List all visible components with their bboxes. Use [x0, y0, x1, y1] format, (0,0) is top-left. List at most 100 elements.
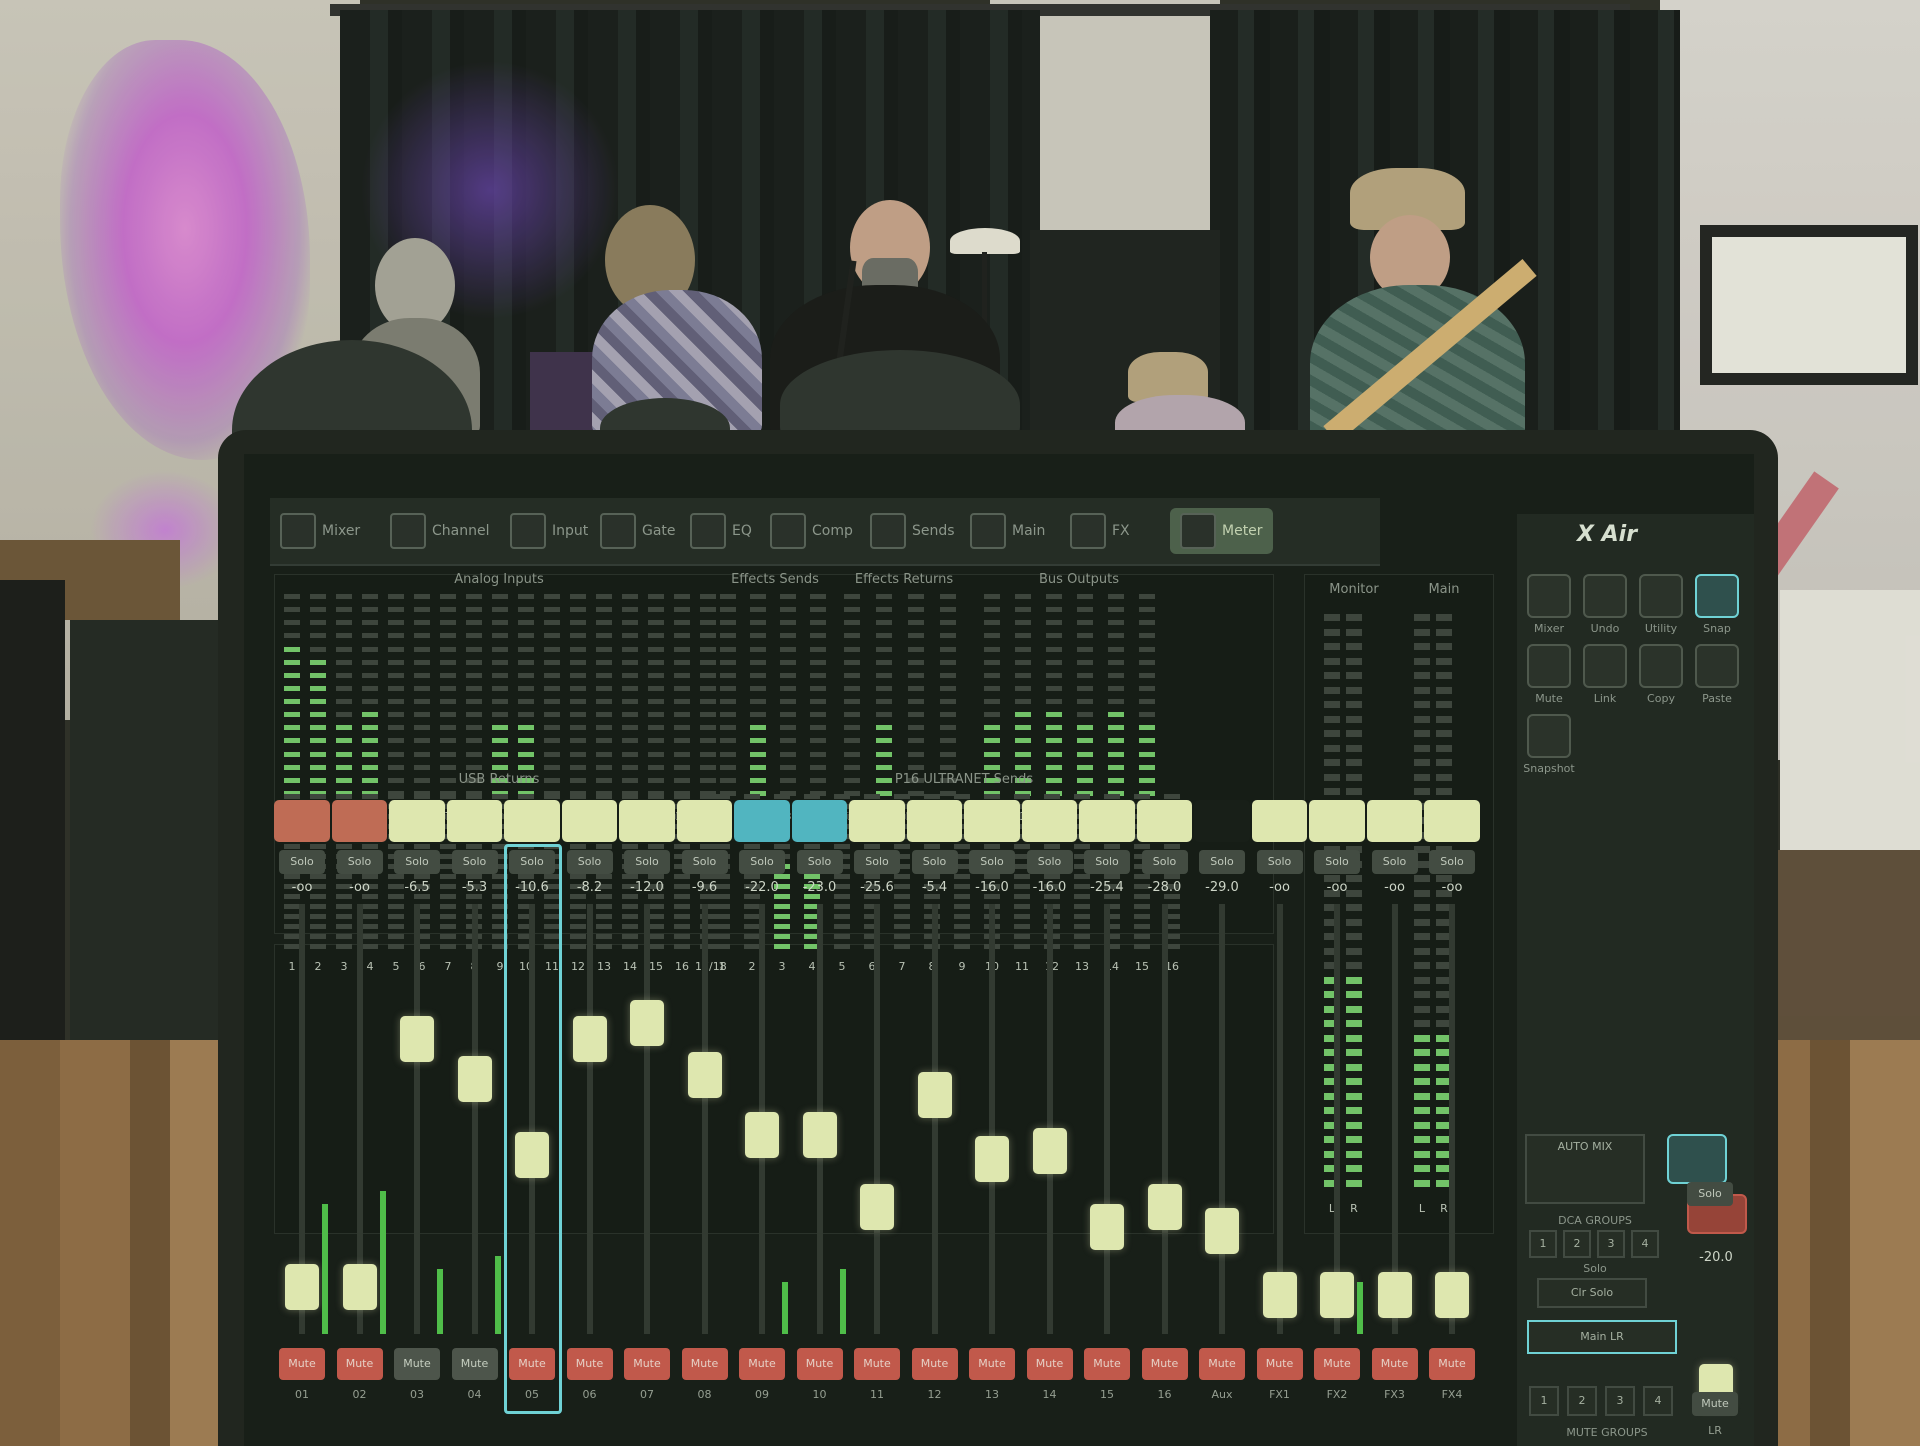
tab-comp[interactable]: Comp — [770, 508, 853, 554]
auto-mix-setup-button[interactable] — [1667, 1134, 1727, 1184]
solo-button[interactable]: Solo — [854, 850, 900, 874]
mute-button[interactable]: Mute — [566, 1348, 613, 1380]
tab-meter[interactable]: Meter — [1170, 508, 1273, 554]
mute-button[interactable]: Mute — [969, 1348, 1015, 1380]
channel-fader[interactable] — [687, 1052, 722, 1098]
channel-fader[interactable] — [457, 1056, 492, 1102]
main-solo-button[interactable]: Solo — [1687, 1182, 1733, 1206]
solo-button[interactable]: Solo — [1026, 850, 1073, 874]
tab-main[interactable]: Main — [970, 508, 1045, 554]
channel-fader[interactable] — [630, 1000, 664, 1046]
solo-button[interactable]: Solo — [1199, 850, 1245, 874]
dca-group-button[interactable]: 2 — [1563, 1230, 1591, 1258]
mute-button[interactable]: Mute — [624, 1348, 670, 1380]
sidebar-button-snap[interactable] — [1695, 574, 1739, 618]
tab-channel[interactable]: Channel — [390, 508, 489, 554]
channel-fader[interactable] — [1090, 1204, 1124, 1250]
solo-button[interactable]: Solo — [279, 850, 325, 874]
mute-button[interactable]: Mute — [1256, 1348, 1303, 1380]
mute-button[interactable]: Mute — [1084, 1348, 1130, 1380]
channel-fader[interactable] — [1320, 1272, 1354, 1318]
mute-button[interactable]: Mute — [739, 1348, 785, 1380]
mute-button[interactable]: Mute — [451, 1348, 498, 1380]
sidebar-button-mute[interactable] — [1527, 644, 1571, 688]
main-lr-button[interactable]: Main LR — [1527, 1320, 1677, 1354]
channel-fader[interactable] — [342, 1264, 377, 1310]
solo-button[interactable]: Solo — [624, 850, 670, 874]
mute-button[interactable]: Mute — [854, 1348, 900, 1380]
solo-button[interactable]: Solo — [451, 850, 498, 874]
main-lr-mute-button[interactable]: Mute — [1692, 1392, 1738, 1416]
solo-button[interactable]: Solo — [1371, 850, 1418, 874]
channel-fader[interactable] — [745, 1112, 779, 1158]
channel-fader[interactable] — [1147, 1184, 1182, 1230]
dca-group-button[interactable]: 1 — [1529, 1230, 1557, 1258]
sidebar-button-link[interactable] — [1583, 644, 1627, 688]
sidebar-button-utility[interactable] — [1639, 574, 1683, 618]
meter-segment — [1139, 633, 1155, 639]
meter-segment — [310, 738, 326, 744]
solo-button[interactable]: Solo — [336, 850, 383, 874]
solo-button[interactable]: Solo — [796, 850, 843, 874]
mute-group-button[interactable]: 1 — [1529, 1386, 1559, 1416]
channel-fader[interactable] — [975, 1136, 1009, 1182]
channel-fader[interactable] — [1435, 1272, 1469, 1318]
tab-sends[interactable]: Sends — [870, 508, 955, 554]
solo-button[interactable]: Solo — [1429, 850, 1475, 874]
clear-solo-button[interactable]: Clr Solo — [1537, 1278, 1647, 1308]
mute-group-button[interactable]: 4 — [1643, 1386, 1673, 1416]
channel-fader[interactable] — [572, 1016, 607, 1062]
meter-segment — [1014, 924, 1030, 929]
solo-button[interactable]: Solo — [394, 850, 440, 874]
solo-button[interactable]: Solo — [1256, 850, 1303, 874]
mute-button[interactable]: Mute — [279, 1348, 325, 1380]
meter-segment — [336, 944, 352, 949]
mute-button[interactable]: Mute — [1026, 1348, 1073, 1380]
channel-fader[interactable] — [285, 1264, 319, 1310]
mute-button[interactable]: Mute — [1314, 1348, 1360, 1380]
channel-fader[interactable] — [802, 1112, 837, 1158]
channel-fader[interactable] — [1205, 1208, 1239, 1254]
solo-button[interactable]: Solo — [1084, 850, 1130, 874]
mute-button[interactable]: Mute — [336, 1348, 383, 1380]
channel-fader[interactable] — [1377, 1272, 1412, 1318]
mute-button[interactable]: Mute — [1371, 1348, 1418, 1380]
channel-fader[interactable] — [917, 1072, 952, 1118]
dca-group-button[interactable]: 4 — [1631, 1230, 1659, 1258]
channel-fader[interactable] — [1032, 1128, 1067, 1174]
solo-button[interactable]: Solo — [739, 850, 785, 874]
sidebar-button-paste[interactable] — [1695, 644, 1739, 688]
channel-fader[interactable] — [400, 1016, 434, 1062]
tab-fx[interactable]: FX — [1070, 508, 1130, 554]
solo-button[interactable]: Solo — [1141, 850, 1188, 874]
meter-segment — [1108, 685, 1124, 691]
sidebar-button-copy[interactable] — [1639, 644, 1683, 688]
mute-button[interactable]: Mute — [1429, 1348, 1475, 1380]
solo-button[interactable]: Solo — [969, 850, 1015, 874]
solo-button[interactable]: Solo — [1314, 850, 1360, 874]
mute-button[interactable]: Mute — [1141, 1348, 1188, 1380]
mute-button[interactable]: Mute — [681, 1348, 728, 1380]
mute-button[interactable]: Mute — [796, 1348, 843, 1380]
solo-button[interactable]: Solo — [681, 850, 728, 874]
fader-track — [471, 904, 478, 1334]
sidebar-button-undo[interactable] — [1583, 574, 1627, 618]
solo-button[interactable]: Solo — [566, 850, 613, 874]
dca-group-button[interactable]: 3 — [1597, 1230, 1625, 1258]
mute-group-button[interactable]: 3 — [1605, 1386, 1635, 1416]
channel-fader[interactable] — [1262, 1272, 1297, 1318]
channel-fader[interactable] — [860, 1184, 894, 1230]
tab-input[interactable]: Input — [510, 508, 588, 554]
meter-segment — [1015, 751, 1031, 757]
meter-segment — [1414, 991, 1430, 998]
tab-eq[interactable]: EQ — [690, 508, 752, 554]
mute-button[interactable]: Mute — [911, 1348, 958, 1380]
tab-mixer[interactable]: Mixer — [280, 508, 360, 554]
sidebar-button-snapshot[interactable] — [1527, 714, 1571, 758]
mute-button[interactable]: Mute — [394, 1348, 440, 1380]
mute-group-button[interactable]: 2 — [1567, 1386, 1597, 1416]
tab-gate[interactable]: Gate — [600, 508, 676, 554]
mute-button[interactable]: Mute — [1199, 1348, 1245, 1380]
sidebar-button-mixer[interactable] — [1527, 574, 1571, 618]
solo-button[interactable]: Solo — [911, 850, 958, 874]
